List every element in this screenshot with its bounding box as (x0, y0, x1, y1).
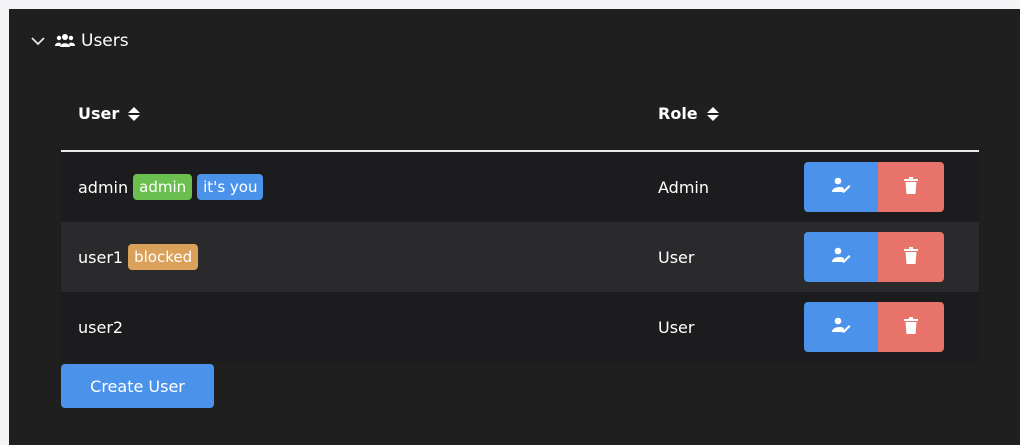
chevron-down-icon (29, 32, 47, 50)
users-table: User Role admin admin it's you Admin use… (61, 82, 979, 362)
users-panel-header[interactable]: Users (29, 27, 129, 55)
user-cell: user1 blocked (78, 222, 203, 292)
user-edit-icon (831, 177, 851, 197)
role-cell: Admin (658, 177, 709, 197)
blocked-badge: blocked (128, 244, 199, 270)
create-user-button[interactable]: Create User (61, 364, 214, 408)
username: admin (78, 177, 129, 197)
row-actions (804, 302, 944, 352)
edit-user-button[interactable] (804, 302, 878, 352)
delete-user-button[interactable] (878, 162, 944, 212)
sort-icon[interactable] (706, 105, 720, 123)
column-header-role-label: Role (658, 104, 698, 123)
user-cell: user2 (78, 292, 128, 362)
user-edit-icon (831, 247, 851, 267)
username: user1 (78, 247, 124, 267)
trash-icon (904, 176, 918, 198)
users-group-icon (55, 32, 75, 50)
delete-user-button[interactable] (878, 302, 944, 352)
trash-icon (904, 246, 918, 268)
delete-user-button[interactable] (878, 232, 944, 282)
current-user-badge: it's you (197, 174, 264, 200)
table-row: user1 blocked User (61, 222, 979, 292)
row-actions (804, 162, 944, 212)
user-edit-icon (831, 317, 851, 337)
role-cell: User (658, 247, 695, 267)
trash-icon (904, 316, 918, 338)
column-header-user[interactable]: User (78, 104, 141, 123)
edit-user-button[interactable] (804, 162, 878, 212)
table-row: admin admin it's you Admin (61, 152, 979, 222)
row-actions (804, 232, 944, 282)
user-cell: admin admin it's you (78, 152, 268, 222)
table-header: User Role (61, 82, 979, 152)
users-panel: Users User Role admin admin it's you Adm… (9, 9, 1020, 445)
column-header-role[interactable]: Role (658, 104, 720, 123)
panel-title: Users (81, 31, 129, 51)
username: user2 (78, 317, 124, 337)
table-row: user2 User (61, 292, 979, 362)
admin-badge: admin (133, 174, 193, 200)
sort-icon[interactable] (127, 105, 141, 123)
edit-user-button[interactable] (804, 232, 878, 282)
column-header-user-label: User (78, 104, 120, 123)
role-cell: User (658, 317, 695, 337)
